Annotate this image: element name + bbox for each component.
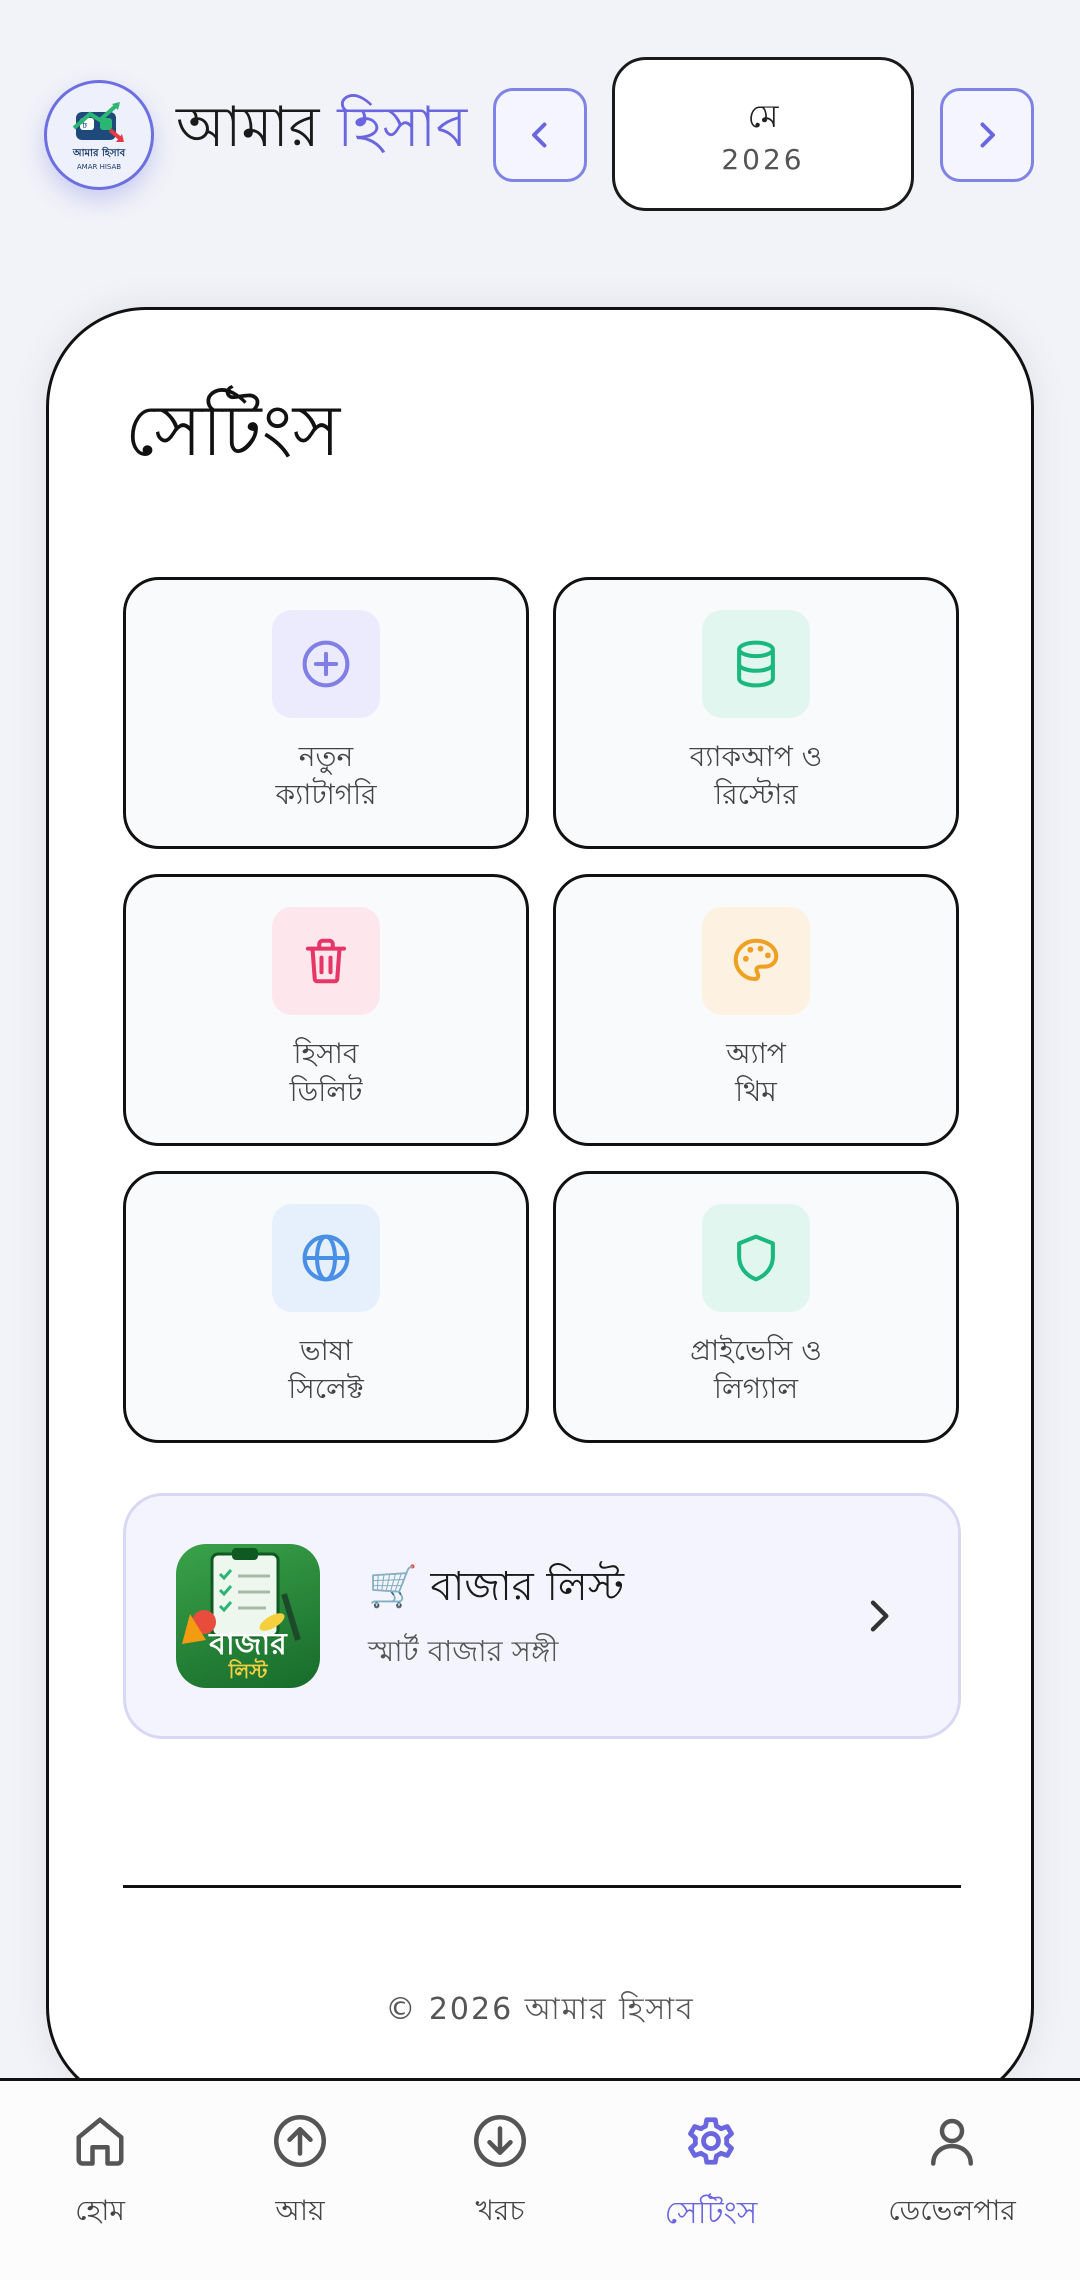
chevron-right-icon <box>870 1600 889 1632</box>
app-theme-tile[interactable]: অ্যাপ থিম <box>553 874 959 1146</box>
next-month-button[interactable] <box>940 88 1034 182</box>
nav-label: খরচ <box>475 2194 525 2227</box>
new-category-tile[interactable]: নতুন ক্যাটাগরি <box>123 577 529 849</box>
tile-label: ব্যাকআপ ও রিস্টোর <box>690 738 823 814</box>
divider <box>123 1885 961 1888</box>
app-title-part1: আমার <box>176 95 320 160</box>
nav-label: আয় <box>275 2194 325 2227</box>
tile-label-line1: হিসাব <box>293 1037 359 1070</box>
bazar-list-app-image: বাজার লিস্ট <box>176 1544 320 1688</box>
app-header: ৳ আমার হিসাব AMAR HISAB আমার হিসাব মে 20… <box>0 0 1080 240</box>
tile-label-line2: ডিলিট <box>289 1075 363 1108</box>
shield-icon <box>737 1234 775 1282</box>
nav-item-expense[interactable]: খরচ <box>410 2111 590 2261</box>
tile-label: অ্যাপ থিম <box>726 1035 786 1111</box>
wallet-chart-icon: ৳ <box>72 101 124 142</box>
bazar-list-promo[interactable]: বাজার লিস্ট 🛒 বাজার লিস্ট স্মার্ট বাজার … <box>123 1493 961 1739</box>
home-icon <box>76 2117 124 2166</box>
tile-icon-bg <box>272 610 380 718</box>
tile-label-line2: সিলেক্ট <box>288 1372 364 1405</box>
tile-label-line2: ক্যাটাগরি <box>275 778 377 811</box>
chevron-right-icon <box>980 122 995 148</box>
month-year: 2026 <box>721 142 805 176</box>
backup-restore-tile[interactable]: ব্যাকআপ ও রিস্টোর <box>553 577 959 849</box>
nav-item-home[interactable]: হোম <box>10 2111 190 2261</box>
plus-circle-icon <box>302 640 350 688</box>
nav-label: সেটিংস <box>664 2195 758 2231</box>
logo-text: আমার হিসাব <box>72 147 126 159</box>
privacy-legal-tile[interactable]: প্রাইভেসি ও লিগ্যাল <box>553 1171 959 1443</box>
month-selector[interactable]: মে 2026 <box>612 57 914 211</box>
tile-icon-bg <box>702 907 810 1015</box>
tile-label-line1: অ্যাপ <box>726 1037 786 1070</box>
nav-item-settings[interactable]: সেটিংস <box>621 2111 801 2261</box>
tile-label: নতুন ক্যাটাগরি <box>276 738 377 814</box>
arrow-up-circle-icon <box>274 2115 326 2167</box>
promo-subtitle: স্মার্ট বাজার সঙ্গী <box>368 1634 559 1668</box>
app-title: আমার হিসাব <box>176 88 467 168</box>
page-title: সেটিংস <box>125 388 341 472</box>
user-icon <box>931 2118 973 2166</box>
nav-label: হোম <box>75 2194 125 2227</box>
tile-icon-bg <box>272 1204 380 1312</box>
bazar-image-text: বাজার <box>209 1627 287 1662</box>
app-title-part2: হিসাব <box>337 95 468 160</box>
month-name: মে <box>747 96 779 135</box>
copyright-text: © 2026 আমার হিসাব <box>385 1992 695 2027</box>
gear-icon <box>688 2117 734 2165</box>
tile-label-line2: লিগ্যাল <box>713 1372 799 1405</box>
palette-icon <box>733 938 779 982</box>
bazar-image-subtext: লিস্ট <box>228 1659 268 1683</box>
tile-label-line1: ব্যাকআপ ও <box>689 740 823 773</box>
tile-label-line2: থিম <box>735 1075 777 1108</box>
tile-icon-bg <box>702 1204 810 1312</box>
promo-title: 🛒 বাজার লিস্ট <box>368 1564 625 1610</box>
chevron-left-icon <box>532 122 547 148</box>
globe-icon <box>302 1234 350 1282</box>
nav-item-developer[interactable]: ডেভেলপার <box>862 2111 1042 2261</box>
bottom-navigation: হোম আয় খরচ সেটিংস ডেভেলপার <box>0 2078 1080 2280</box>
tile-icon-bg <box>702 610 810 718</box>
language-select-tile[interactable]: ভাষা সিলেক্ট <box>123 1171 529 1443</box>
tile-label-line1: নতুন <box>298 740 354 773</box>
trash-icon <box>305 938 347 984</box>
logo-subtext: AMAR HISAB <box>76 162 122 171</box>
tile-label: হিসাব ডিলিট <box>290 1035 363 1111</box>
app-logo: ৳ আমার হিসাব AMAR HISAB <box>44 80 154 190</box>
tile-icon-bg <box>272 907 380 1015</box>
nav-item-income[interactable]: আয় <box>210 2111 390 2261</box>
tile-label-line1: প্রাইভেসি ও <box>690 1334 822 1367</box>
arrow-down-circle-icon <box>474 2115 526 2167</box>
database-icon <box>737 640 775 688</box>
settings-card: সেটিংস নতুন ক্যাটাগরি ব্যাকআপ ও রিস্টোর <box>46 307 1034 2107</box>
tile-label: ভাষা সিলেক্ট <box>288 1332 364 1408</box>
delete-account-tile[interactable]: হিসাব ডিলিট <box>123 874 529 1146</box>
nav-label: ডেভেলপার <box>888 2194 1016 2227</box>
tile-label-line2: রিস্টোর <box>714 778 798 811</box>
previous-month-button[interactable] <box>493 88 587 182</box>
tile-label-line1: ভাষা <box>299 1334 353 1367</box>
tile-label: প্রাইভেসি ও লিগ্যাল <box>690 1332 822 1408</box>
